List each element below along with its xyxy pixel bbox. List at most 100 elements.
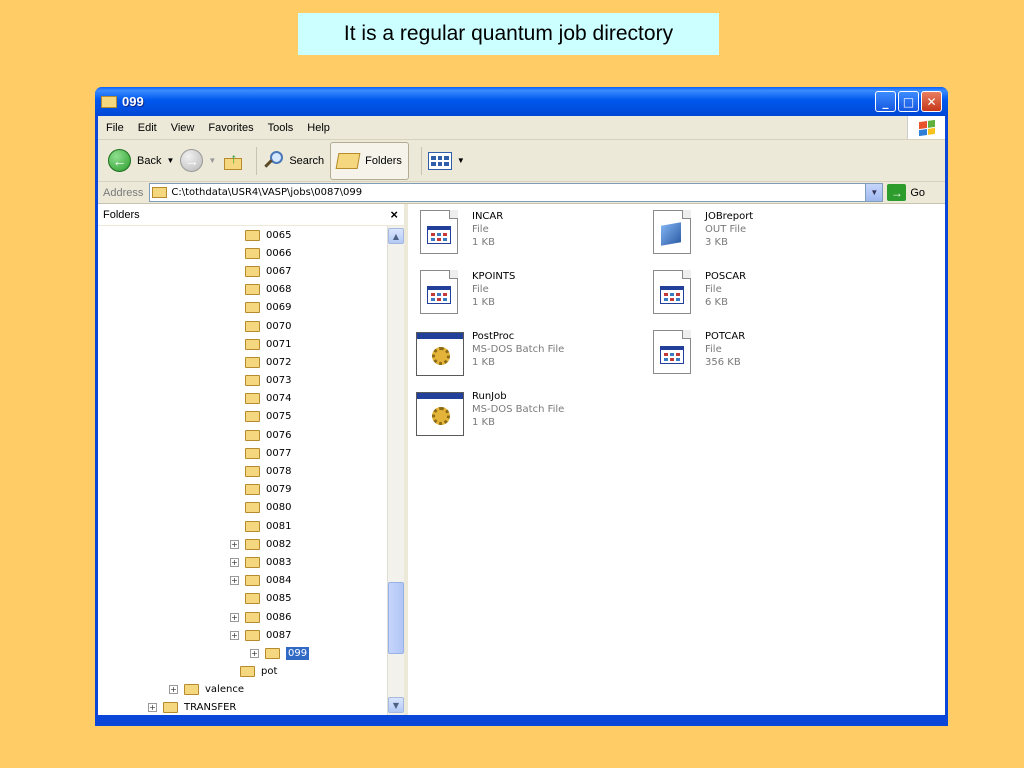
tree-item-label: 0076 (266, 429, 292, 441)
views-button[interactable]: ▼ (427, 151, 465, 170)
menu-edit[interactable]: Edit (131, 122, 164, 134)
tree-item[interactable]: 0071 (98, 335, 390, 353)
tree-item[interactable]: +0084 (98, 572, 390, 590)
expand-icon[interactable]: + (250, 648, 259, 658)
chevron-down-icon[interactable]: ▼ (208, 156, 216, 165)
tree-item[interactable]: 0080 (98, 499, 390, 517)
file-item[interactable]: POTCAR File 356 KB (649, 330, 745, 374)
text-file-icon (416, 210, 462, 254)
expand-icon[interactable]: + (169, 685, 178, 695)
tree-item-label: 0069 (266, 302, 292, 314)
file-item[interactable]: KPOINTS File 1 KB (416, 270, 515, 314)
up-folder-icon: ↑ (222, 150, 244, 172)
file-type: MS-DOS Batch File (472, 404, 565, 415)
tree-item[interactable]: 0067 (98, 262, 390, 280)
expand-icon[interactable]: + (230, 630, 239, 640)
tree-item[interactable]: 0068 (98, 281, 390, 299)
tree-item[interactable]: +0082 (98, 535, 390, 553)
folder-icon (240, 666, 255, 678)
go-arrow-icon: → (887, 184, 907, 201)
tree-item-label: 0085 (266, 593, 292, 605)
chevron-down-icon[interactable]: ▼ (457, 156, 465, 165)
go-button[interactable]: → Go (887, 184, 925, 201)
tree-item[interactable]: 0065 (98, 226, 390, 244)
tree-scrollbar[interactable]: ▲ ▼ (387, 226, 404, 715)
tree-item[interactable]: 0076 (98, 426, 390, 444)
maximize-button[interactable]: □ (898, 91, 919, 112)
folder-icon (265, 647, 280, 659)
tree-item[interactable]: 0073 (98, 372, 390, 390)
tree-item[interactable]: 0078 (98, 462, 390, 480)
tree-item-label: valence (205, 684, 244, 696)
folder-icon (245, 338, 260, 350)
tree-item-label: 0073 (266, 375, 292, 387)
folders-label: Folders (365, 154, 402, 167)
tree-item-label: 0075 (266, 411, 292, 423)
file-name: KPOINTS (472, 271, 516, 282)
menu-view[interactable]: View (164, 122, 202, 134)
address-input[interactable]: C:\tothdata\USR4\VASP\jobs\0087\099 ▼ (149, 183, 884, 202)
tree-item[interactable]: +0086 (98, 608, 390, 626)
search-label: Search (289, 154, 325, 167)
tree-item[interactable]: +099 (98, 644, 390, 662)
file-size: 1 KB (472, 237, 495, 248)
tree-item[interactable]: 0070 (98, 317, 390, 335)
tree-item-label: 0071 (266, 338, 292, 350)
tree-item-label: 0072 (266, 356, 292, 368)
tree-item[interactable]: 0066 (98, 244, 390, 262)
search-button[interactable]: Search (263, 150, 325, 171)
title-bar[interactable]: 099 _ □ ✕ (95, 87, 948, 116)
tree-item[interactable]: 0081 (98, 517, 390, 535)
close-button[interactable]: ✕ (921, 91, 942, 112)
file-item[interactable]: POSCAR File 6 KB (649, 270, 746, 314)
back-button[interactable]: ← Back ▼ (108, 149, 174, 172)
tree-item-label: TRANSFER (184, 702, 237, 714)
tree-item-label: 0066 (266, 247, 292, 259)
chevron-down-icon[interactable]: ▼ (865, 184, 883, 201)
close-icon[interactable]: × (390, 207, 398, 222)
back-label: Back (137, 154, 162, 167)
folders-button[interactable]: Folders (330, 141, 409, 180)
menu-help[interactable]: Help (300, 122, 337, 134)
tree-item[interactable]: 0077 (98, 444, 390, 462)
folder-icon (101, 95, 117, 108)
tree-item[interactable]: 0079 (98, 481, 390, 499)
expand-icon[interactable]: + (230, 557, 239, 567)
tree-item[interactable]: 0069 (98, 299, 390, 317)
tree-item[interactable]: + TRANSFER (98, 699, 390, 715)
scroll-down-icon[interactable]: ▼ (388, 697, 404, 713)
file-name: JOBreport (705, 211, 754, 222)
expand-icon[interactable]: + (148, 703, 157, 713)
file-item[interactable]: PostProc MS-DOS Batch File 1 KB (416, 330, 564, 376)
file-name: PostProc (472, 331, 515, 342)
tree-item[interactable]: +0087 (98, 626, 390, 644)
folder-icon (245, 520, 260, 532)
file-item[interactable]: RunJob MS-DOS Batch File 1 KB (416, 390, 565, 436)
expand-icon[interactable]: + (230, 539, 239, 549)
scroll-thumb[interactable] (388, 582, 404, 654)
up-folder-button[interactable]: ↑ (222, 150, 244, 172)
minimize-button[interactable]: _ (875, 91, 896, 112)
tree-item[interactable]: pot (98, 663, 390, 681)
menu-file[interactable]: File (98, 122, 131, 134)
generic-file-icon (649, 210, 695, 254)
file-name: RunJob (472, 391, 507, 402)
file-item[interactable]: INCAR File 1 KB (416, 210, 503, 254)
expand-icon[interactable]: + (230, 576, 239, 586)
file-type: File (705, 284, 722, 295)
tree-item[interactable]: + valence (98, 681, 390, 699)
tree-item[interactable]: 0085 (98, 590, 390, 608)
menu-favorites[interactable]: Favorites (201, 122, 260, 134)
tree-item-label: 0068 (266, 284, 292, 296)
forward-button[interactable]: → ▼ (180, 149, 216, 172)
chevron-down-icon[interactable]: ▼ (166, 156, 174, 165)
folder-icon (152, 187, 168, 198)
tree-item[interactable]: +0083 (98, 553, 390, 571)
menu-tools[interactable]: Tools (261, 122, 301, 134)
file-item[interactable]: JOBreport OUT File 3 KB (649, 210, 753, 254)
tree-item[interactable]: 0072 (98, 353, 390, 371)
expand-icon[interactable]: + (230, 612, 239, 622)
tree-item[interactable]: 0075 (98, 408, 390, 426)
scroll-up-icon[interactable]: ▲ (388, 228, 404, 244)
tree-item[interactable]: 0074 (98, 390, 390, 408)
